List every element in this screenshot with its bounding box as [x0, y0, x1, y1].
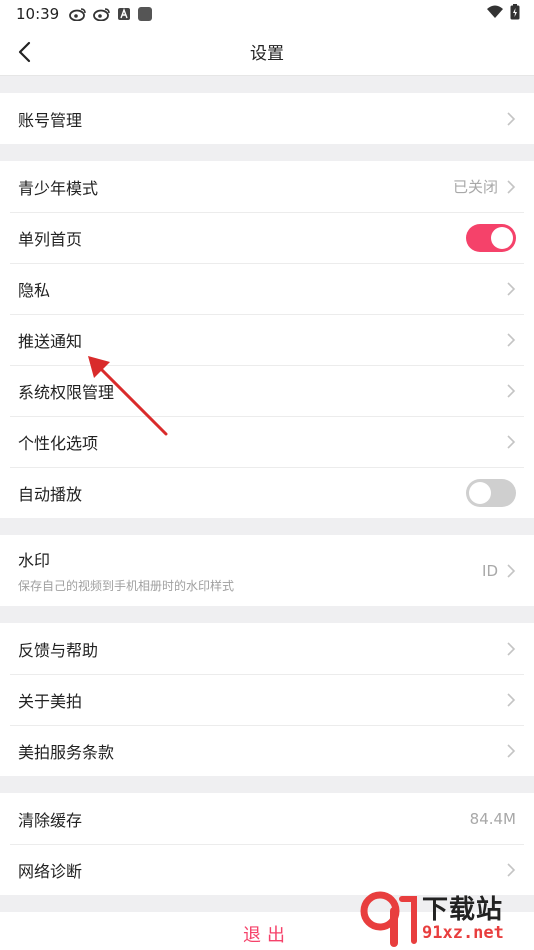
watermark-value: ID — [482, 561, 498, 580]
top-navbar: 设置 — [0, 28, 534, 76]
weibo-icon — [69, 7, 87, 21]
status-bar: 10:39 — [0, 0, 534, 28]
watermark-description: 保存自己的视频到手机相册时的水印样式 — [18, 579, 235, 593]
site-watermark: 下载站 91xz.net — [358, 890, 530, 948]
chevron-right-icon — [507, 111, 516, 126]
chevron-right-icon — [507, 383, 516, 398]
autoplay-row: 自动播放 — [0, 467, 534, 518]
personalization-label: 个性化选项 — [18, 433, 99, 453]
chevron-right-icon — [507, 862, 516, 877]
single-column-home-label: 单列首页 — [18, 229, 83, 249]
back-arrow-icon[interactable] — [14, 40, 38, 64]
account-management-row[interactable]: 账号管理 — [0, 93, 534, 144]
section-gap — [0, 776, 534, 793]
service-terms-row[interactable]: 美拍服务条款 — [0, 725, 534, 776]
autoplay-toggle[interactable] — [466, 478, 516, 507]
page-title: 设置 — [250, 44, 284, 64]
chevron-right-icon — [507, 281, 516, 296]
chevron-right-icon — [507, 332, 516, 347]
about-meipai-label: 关于美拍 — [18, 691, 83, 711]
youth-mode-value: 已关闭 — [452, 178, 498, 196]
cache-size-value: 84.4M — [469, 809, 516, 828]
chevron-right-icon — [507, 692, 516, 707]
youth-mode-label: 青少年模式 — [18, 178, 99, 198]
section-gap — [0, 518, 534, 535]
battery-icon — [510, 4, 520, 24]
push-notification-row[interactable]: 推送通知 — [0, 314, 534, 365]
network-diagnosis-label: 网络诊断 — [18, 861, 83, 881]
general-group: 青少年模式 已关闭 单列首页 隐私 推送通知 系统权限管理 个性化选项 自动播放 — [0, 161, 534, 518]
section-gap — [0, 606, 534, 623]
app-square-icon — [137, 6, 153, 22]
watermark-row[interactable]: 水印 保存自己的视频到手机相册时的水印样式 ID — [0, 535, 534, 606]
section-gap — [0, 144, 534, 161]
chevron-right-icon — [507, 641, 516, 656]
chevron-right-icon — [507, 434, 516, 449]
single-column-toggle[interactable] — [466, 223, 516, 252]
single-column-home-row: 单列首页 — [0, 212, 534, 263]
chevron-right-icon — [507, 743, 516, 758]
section-gap — [0, 76, 534, 93]
about-group: 反馈与帮助 关于美拍 美拍服务条款 — [0, 623, 534, 776]
app-a-icon — [117, 7, 131, 21]
privacy-label: 隐私 — [18, 280, 51, 300]
watermark-label: 水印 — [18, 551, 51, 570]
weibo-icon — [93, 7, 111, 21]
site-watermark-title: 下载站 — [422, 894, 504, 925]
privacy-row[interactable]: 隐私 — [0, 263, 534, 314]
service-terms-label: 美拍服务条款 — [18, 742, 115, 762]
account-management-label: 账号管理 — [18, 110, 83, 130]
personalization-row[interactable]: 个性化选项 — [0, 416, 534, 467]
site-watermark-url: 91xz.net — [422, 922, 504, 943]
clear-cache-label: 清除缓存 — [18, 810, 83, 830]
feedback-help-label: 反馈与帮助 — [18, 640, 99, 660]
site-logo-icon — [360, 891, 417, 947]
chevron-right-icon — [507, 563, 516, 578]
system-permission-label: 系统权限管理 — [18, 382, 115, 402]
network-diagnosis-row[interactable]: 网络诊断 — [0, 844, 534, 895]
wifi-icon — [486, 5, 504, 23]
account-group: 账号管理 — [0, 93, 534, 144]
storage-group: 清除缓存 84.4M 网络诊断 — [0, 793, 534, 895]
clear-cache-row[interactable]: 清除缓存 84.4M — [0, 793, 534, 844]
system-permission-row[interactable]: 系统权限管理 — [0, 365, 534, 416]
status-time: 10:39 — [16, 5, 60, 23]
about-meipai-row[interactable]: 关于美拍 — [0, 674, 534, 725]
autoplay-label: 自动播放 — [18, 484, 83, 504]
feedback-help-row[interactable]: 反馈与帮助 — [0, 623, 534, 674]
push-notification-label: 推送通知 — [18, 331, 83, 351]
youth-mode-row[interactable]: 青少年模式 已关闭 — [0, 161, 534, 212]
chevron-right-icon — [507, 179, 516, 194]
toggle-knob — [491, 226, 513, 249]
watermark-group: 水印 保存自己的视频到手机相册时的水印样式 ID — [0, 535, 534, 606]
toggle-knob — [469, 481, 491, 504]
